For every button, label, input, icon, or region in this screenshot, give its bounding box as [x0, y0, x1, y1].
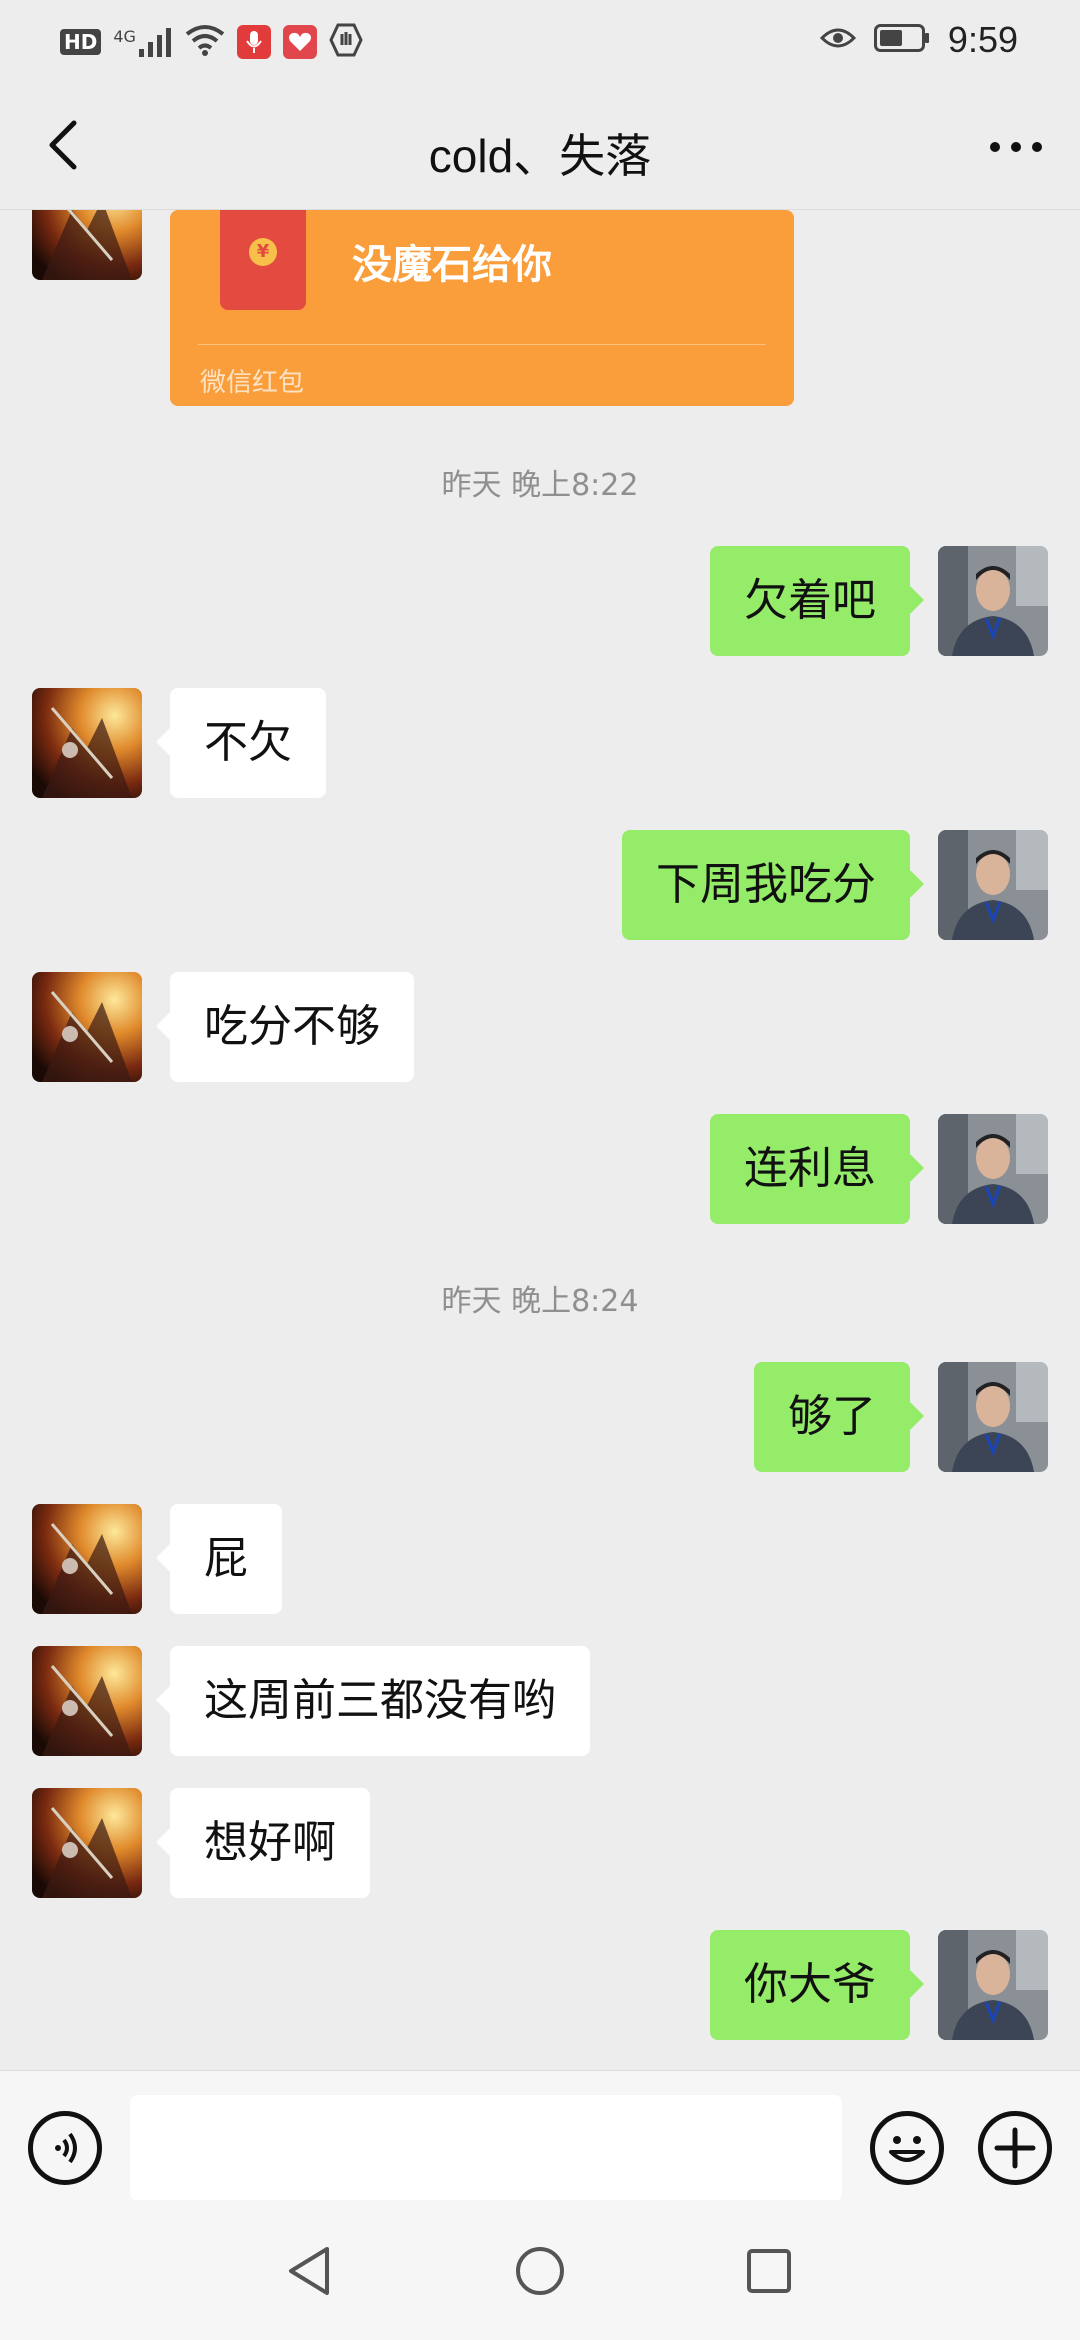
my-avatar[interactable] [938, 1930, 1048, 2040]
red-packet-message[interactable]: ¥ 没魔石给你 微信红包 [170, 210, 794, 406]
message-bubble-sent[interactable]: 够了 [754, 1362, 924, 1472]
my-avatar[interactable] [938, 1114, 1048, 1224]
hand-shield-icon [329, 23, 363, 61]
microphone-icon [236, 25, 271, 59]
voice-icon [55, 2132, 77, 2164]
contact-avatar[interactable] [32, 688, 142, 798]
message-timestamp: 昨天 晚上8:24 [441, 1284, 639, 1319]
circle-home-icon [516, 2247, 564, 2295]
status-bar: HD 4G 9:59 [0, 0, 1080, 80]
plus-icon [994, 2127, 1036, 2169]
input-bar [0, 2070, 1080, 2201]
contact-avatar[interactable] [32, 1646, 142, 1756]
message-bubble-received[interactable]: 不欠 [156, 688, 326, 798]
message-bubble-sent[interactable]: 欠着吧 [710, 546, 924, 656]
signal-icon: 4G [113, 27, 173, 57]
coin-icon: ¥ [249, 238, 277, 266]
nav-back-button[interactable] [274, 2236, 344, 2306]
message-timestamp: 昨天 晚上8:22 [441, 468, 639, 503]
eye-icon [819, 26, 857, 54]
more-options-button[interactable] [976, 112, 1056, 182]
my-avatar[interactable] [938, 830, 1048, 940]
red-envelope-icon: ¥ [220, 210, 306, 310]
app-notification-icon [282, 25, 317, 59]
nav-recents-button[interactable] [734, 2236, 804, 2306]
red-packet-title: 没魔石给你 [352, 242, 552, 288]
voice-button[interactable] [28, 2111, 102, 2185]
more-dots-icon [990, 142, 1042, 152]
my-avatar[interactable] [938, 1362, 1048, 1472]
contact-avatar[interactable] [32, 210, 142, 280]
message-bubble-sent[interactable]: 连利息 [710, 1114, 924, 1224]
triangle-back-icon [289, 2247, 329, 2295]
message-bubble-sent[interactable]: 下周我吃分 [622, 830, 924, 940]
emoji-button[interactable] [870, 2111, 944, 2185]
chat-area[interactable]: ¥ 没魔石给你 微信红包 昨天 晚上8:22 欠着吧 不欠 下周我吃分 吃分不够… [0, 210, 1080, 2070]
hd-indicator: HD [60, 29, 102, 55]
message-bubble-received[interactable]: 吃分不够 [156, 972, 414, 1082]
message-bubble-received[interactable]: 想好啊 [156, 1788, 370, 1898]
message-input[interactable] [130, 2095, 842, 2201]
clock: 9:59 [947, 19, 1018, 60]
red-packet-label: 微信红包 [200, 368, 305, 398]
battery-icon [873, 24, 930, 56]
message-bubble-received[interactable]: 这周前三都没有哟 [156, 1646, 590, 1756]
square-recents-icon [747, 2249, 791, 2293]
chat-header: cold、失落 [0, 80, 1080, 210]
contact-avatar[interactable] [32, 1504, 142, 1614]
network-type-label: 4G [113, 27, 136, 46]
my-avatar[interactable] [938, 546, 1048, 656]
nav-home-button[interactable] [505, 2236, 575, 2306]
message-bubble-sent[interactable]: 你大爷 [710, 1930, 924, 2040]
emoji-icon [889, 2136, 925, 2162]
more-functions-button[interactable] [978, 2111, 1052, 2185]
wifi-icon [185, 24, 225, 60]
chat-title: cold、失落 [428, 130, 652, 182]
contact-avatar[interactable] [32, 1788, 142, 1898]
message-bubble-received[interactable]: 屁 [156, 1504, 282, 1614]
contact-avatar[interactable] [32, 972, 142, 1082]
red-packet-divider [198, 344, 766, 345]
system-nav-bar [0, 2200, 1080, 2340]
